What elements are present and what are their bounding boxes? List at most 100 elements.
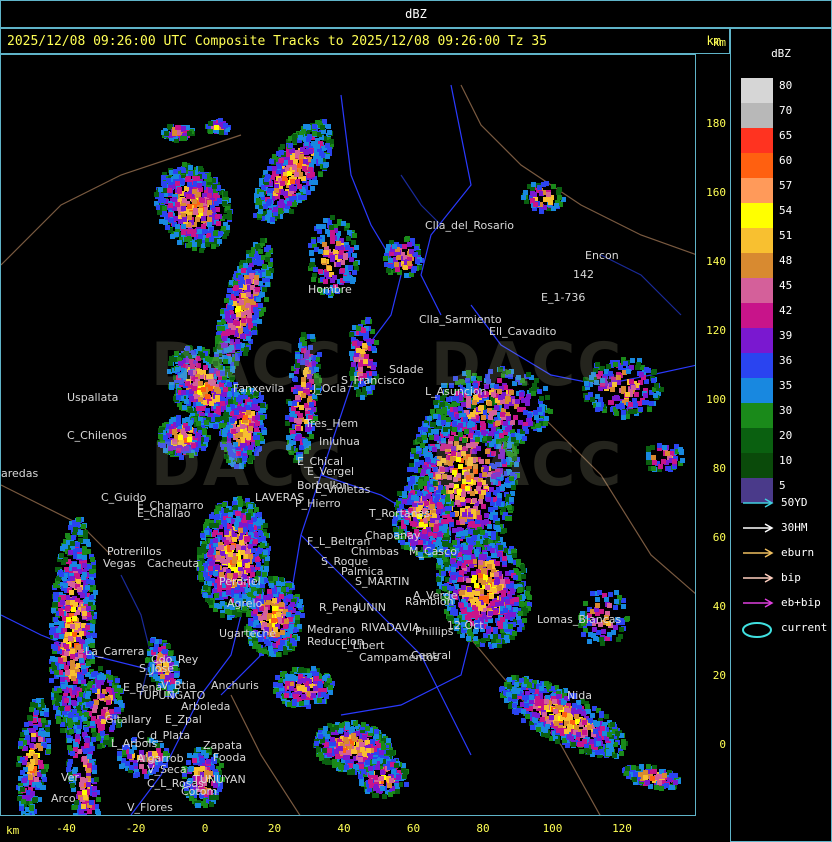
echo-cell [215,565,220,570]
echo-cell [75,734,80,739]
echo-cell [92,633,97,638]
echo-cell [207,193,212,198]
echo-cell [221,226,226,231]
echo-cell [59,572,64,577]
echo-cell [283,624,288,629]
echo-cell [77,587,82,592]
echo-cell [83,530,88,535]
echo-cell [248,323,253,328]
echo-cell [68,759,73,764]
echo-cell [157,210,162,215]
echo-cell [252,404,257,409]
echo-cell [295,150,300,155]
echo-cell [260,238,265,243]
echo-cell [239,300,244,305]
echo-cell [30,791,35,796]
echo-cell [72,616,77,621]
echo-cell [21,799,26,804]
echo-cell [240,550,245,555]
echo-cell [96,797,101,802]
echo-cell [68,550,73,555]
echo-cell [223,191,228,196]
echo-cell [19,806,24,811]
echo-cell [54,633,59,638]
composite-title: 2025/12/08 09:26:00 UTC Composite Tracks… [7,34,548,49]
echo-cell [71,535,76,540]
echo-cell [237,562,242,567]
echo-cell [272,598,277,603]
echo-cell [241,268,246,273]
echo-cell [56,628,61,633]
echo-cell [69,590,74,595]
echo-cell [201,224,206,229]
echo-cell [222,201,227,206]
echo-cell [248,504,253,509]
echo-cell [79,639,84,644]
echo-cell [159,219,164,224]
echo-cell [207,200,212,205]
boundary-line [420,84,472,316]
echo-cell [255,415,260,420]
echo-cell [86,606,91,611]
echo-cell [86,768,91,773]
echo-cell [224,231,229,236]
echo-cell [262,264,267,269]
echo-cell [292,165,297,170]
echo-cell [86,782,91,787]
echo-cell [244,536,249,541]
echo-cell [82,563,87,568]
echo-cell [288,143,293,148]
echo-cell [254,280,259,285]
echo-cell [174,673,179,678]
echo-cell [29,805,34,810]
echo-cell [268,576,273,581]
echo-cell [164,131,169,136]
echo-cell [267,589,272,594]
echo-cell [168,203,173,208]
echo-cell [253,307,258,312]
echo-cell [209,561,214,566]
echo-cell [202,174,207,179]
echo-cell [239,540,244,545]
echo-cell [161,198,166,203]
echo-cell [94,777,99,782]
echo-cell [193,176,198,181]
echo-cell [323,163,328,168]
echo-cell [182,162,187,167]
echo-cell [233,505,238,510]
echo-cell [82,572,87,577]
echo-cell [197,229,202,234]
echo-cell [162,211,167,216]
echo-cell [249,273,254,278]
echo-cell [273,606,278,611]
echo-cell [38,760,43,765]
echo-cell [196,406,201,411]
echo-cell [83,749,88,754]
header-bar: dBZ [0,0,832,28]
echo-cell [76,729,81,734]
echo-cell [220,401,225,406]
echo-cell [64,644,69,649]
echo-cell [214,125,219,130]
echo-cell [181,206,186,211]
echo-cell [46,738,51,743]
radar-map[interactable]: DACC DACC DACC DACC Clla_del_Rosario Enco… [0,54,696,816]
echo-cell [209,237,214,242]
echo-cell [211,244,216,249]
echo-cell [193,210,198,215]
echo-cell [325,143,330,148]
echo-cell [69,729,74,734]
echo-cell [297,603,302,608]
echo-cell [87,763,92,768]
echo-cell [200,533,205,538]
echo-cell [256,644,261,649]
echo-cell [260,415,265,420]
echo-cell [89,595,94,600]
echo-cell [181,126,186,131]
echo-cell [203,593,208,598]
echo-cell [205,242,210,247]
echo-cell [188,171,193,176]
echo-cell [82,555,87,560]
echo-cell [257,589,262,594]
echo-cell [319,151,324,156]
